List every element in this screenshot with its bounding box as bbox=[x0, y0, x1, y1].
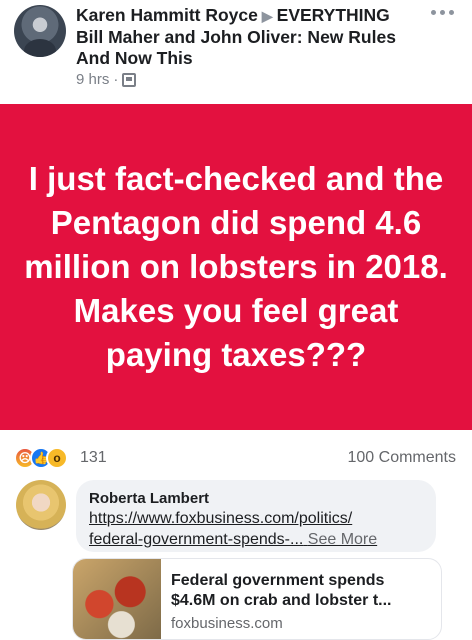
link-preview-thumbnail bbox=[73, 559, 161, 639]
author-avatar[interactable] bbox=[14, 5, 66, 57]
group-name-line3[interactable]: And Now This bbox=[76, 48, 416, 69]
post-meta: 9 hrs · bbox=[76, 71, 416, 88]
post-timestamp[interactable]: 9 hrs bbox=[76, 71, 109, 88]
comment-link-line2[interactable]: federal-government-spends-... See More bbox=[89, 529, 423, 550]
arrow-right-icon: ▶ bbox=[261, 8, 273, 24]
link-preview-title[interactable]: Federal government spends $4.6M on crab … bbox=[171, 571, 431, 611]
commenter-avatar[interactable] bbox=[16, 480, 66, 530]
post-header-text: Karen Hammitt Royce ▶ EVERYTHING Bill Mahe… bbox=[76, 5, 416, 88]
comment-bubble: Roberta Lambert https://www.foxbusiness.… bbox=[76, 480, 436, 552]
reaction-count[interactable]: 131 bbox=[80, 449, 107, 467]
comment-link-line1[interactable]: https://www.foxbusiness.com/politics/ bbox=[89, 508, 423, 529]
reaction-icons[interactable]: ☹ 👍 o bbox=[14, 447, 68, 469]
wow-reaction-icon: o bbox=[46, 447, 68, 469]
author-group-line: Karen Hammitt Royce ▶ EVERYTHING bbox=[76, 5, 416, 27]
post-header: Karen Hammitt Royce ▶ EVERYTHING Bill Mahe… bbox=[0, 0, 472, 100]
more-dots-icon[interactable] bbox=[431, 10, 454, 15]
comment-count[interactable]: 100 Comments bbox=[348, 449, 457, 467]
comment-link-text[interactable]: federal-government-spends-... bbox=[89, 531, 303, 548]
group-name-line2[interactable]: Bill Maher and John Oliver: New Rules bbox=[76, 27, 416, 48]
group-audience-icon bbox=[122, 72, 137, 87]
comment-author[interactable]: Roberta Lambert bbox=[89, 489, 423, 508]
author-name[interactable]: Karen Hammitt Royce bbox=[76, 5, 258, 25]
banner-text: I just fact-checked and the Pentagon did… bbox=[24, 160, 448, 373]
group-name[interactable]: EVERYTHING bbox=[277, 5, 390, 25]
post-text-banner: I just fact-checked and the Pentagon did… bbox=[0, 104, 472, 430]
meta-separator: · bbox=[113, 71, 119, 88]
reactions-bar: ☹ 👍 o 131 100 Comments bbox=[0, 440, 472, 476]
link-preview-card[interactable]: Federal government spends $4.6M on crab … bbox=[72, 558, 442, 640]
link-preview-domain: foxbusiness.com bbox=[171, 615, 283, 632]
see-more-link[interactable]: See More bbox=[308, 531, 377, 548]
